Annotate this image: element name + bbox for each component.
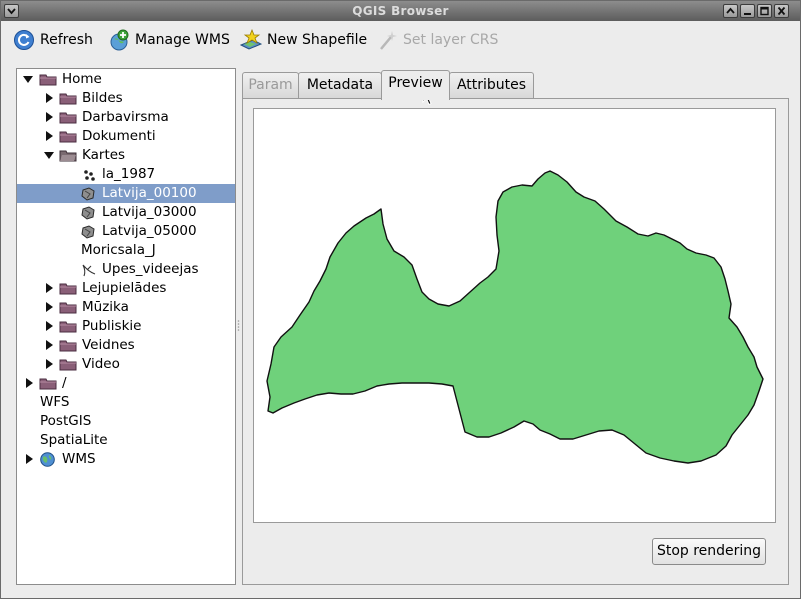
maximize-button[interactable]: [757, 4, 772, 18]
expand-arrow-icon[interactable]: [46, 131, 53, 141]
folder-icon: [59, 321, 77, 333]
tree-label: /: [62, 375, 67, 391]
tree-label: Upes_videejas: [102, 261, 199, 277]
globe-icon: [40, 452, 55, 467]
stop-rendering-button[interactable]: Stop rendering: [652, 538, 766, 565]
expand-arrow-icon[interactable]: [46, 283, 53, 293]
window-title: QGIS Browser: [352, 4, 449, 18]
minimize-button[interactable]: [740, 4, 755, 18]
chevron-up-icon: [726, 7, 735, 14]
tree-label: Video: [82, 356, 120, 372]
tree-label: Home: [62, 71, 102, 87]
tree-label: WFS: [40, 394, 70, 410]
folder-icon: [59, 340, 77, 352]
expand-arrow-icon[interactable]: [46, 302, 53, 312]
qgis-browser-window: QGIS Browser Refresh Manage WMS New Shap…: [0, 0, 801, 599]
expand-arrow-icon[interactable]: [46, 340, 53, 350]
tree-label: Moricsala_J: [81, 242, 156, 258]
folder-icon: [59, 131, 77, 143]
tree-item-latvija-00100[interactable]: Latvija_00100: [17, 184, 235, 203]
set-layer-crs-label: Set layer CRS: [403, 32, 499, 48]
close-button[interactable]: [774, 4, 789, 18]
polygon-layer-icon: [81, 206, 95, 220]
tree-label: WMS: [62, 451, 96, 467]
new-shapefile-label: New Shapefile: [267, 32, 368, 48]
folder-icon: [39, 74, 57, 86]
tree-label: Darbavirsma: [82, 109, 169, 125]
folder-icon: [59, 283, 77, 295]
new-shapefile-icon: [240, 29, 262, 50]
tree-label: Latvija_00100: [102, 185, 197, 201]
tree-label: SpatiaLite: [40, 432, 108, 448]
tree-label: Kartes: [82, 147, 126, 163]
line-layer-icon: [82, 264, 96, 277]
minimize-icon: [744, 13, 751, 15]
expand-arrow-icon[interactable]: [46, 321, 53, 331]
browser-tree[interactable]: Home Bildes Darbavirsma Dokumenti Kartes…: [16, 68, 236, 585]
splitter-handle[interactable]: [237, 319, 240, 333]
refresh-button[interactable]: Refresh: [13, 28, 93, 52]
folder-icon: [39, 378, 57, 390]
tree-label: Latvija_03000: [102, 204, 197, 220]
close-icon: [777, 6, 786, 16]
tree-label: Bildes: [82, 90, 123, 106]
tab-metadata[interactable]: Metadata: [298, 72, 382, 98]
tab-param[interactable]: Param: [242, 72, 299, 98]
folder-open-icon: [59, 150, 77, 162]
refresh-label: Refresh: [40, 32, 93, 48]
tab-preview[interactable]: Preview: [381, 70, 450, 100]
manage-wms-button[interactable]: Manage WMS: [108, 28, 230, 52]
tree-label: la_1987: [102, 166, 156, 182]
title-bar: QGIS Browser: [1, 1, 800, 21]
tree-label: PostGIS: [40, 413, 92, 429]
tree-label: Lejupielādes: [82, 280, 167, 296]
map-canvas[interactable]: [253, 108, 776, 523]
shade-button[interactable]: [723, 4, 738, 18]
tree-label: Veidnes: [82, 337, 135, 353]
add-wms-icon: [110, 29, 129, 51]
toolbar: Refresh Manage WMS New Shapefile Set lay…: [1, 22, 800, 58]
latvia-polygon-preview: [266, 170, 764, 464]
polygon-layer-icon: [81, 187, 95, 201]
expand-arrow-icon[interactable]: [26, 454, 33, 464]
maximize-icon: [760, 6, 769, 16]
expand-arrow-icon[interactable]: [26, 378, 33, 388]
crs-wand-icon: [380, 31, 397, 50]
tree-label: Mūzika: [82, 299, 129, 315]
folder-icon: [59, 302, 77, 314]
expand-arrow-icon[interactable]: [46, 359, 53, 369]
polygon-layer-icon: [81, 225, 95, 239]
folder-icon: [59, 112, 77, 124]
tab-attributes[interactable]: Attributes: [449, 72, 534, 98]
tree-label: Dokumenti: [82, 128, 156, 144]
expand-arrow-icon[interactable]: [46, 112, 53, 122]
tree-label: Latvija_05000: [102, 223, 197, 239]
collapse-arrow-icon[interactable]: [23, 76, 33, 83]
point-layer-icon: [84, 170, 95, 181]
manage-wms-label: Manage WMS: [135, 32, 230, 48]
refresh-icon: [14, 30, 34, 50]
expand-arrow-icon[interactable]: [46, 93, 53, 103]
new-shapefile-button[interactable]: New Shapefile: [240, 28, 367, 52]
folder-icon: [59, 93, 77, 105]
collapse-arrow-icon[interactable]: [44, 152, 54, 159]
folder-icon: [59, 359, 77, 371]
tree-label: Publiskie: [82, 318, 142, 334]
set-layer-crs-button[interactable]: Set layer CRS: [376, 28, 498, 52]
